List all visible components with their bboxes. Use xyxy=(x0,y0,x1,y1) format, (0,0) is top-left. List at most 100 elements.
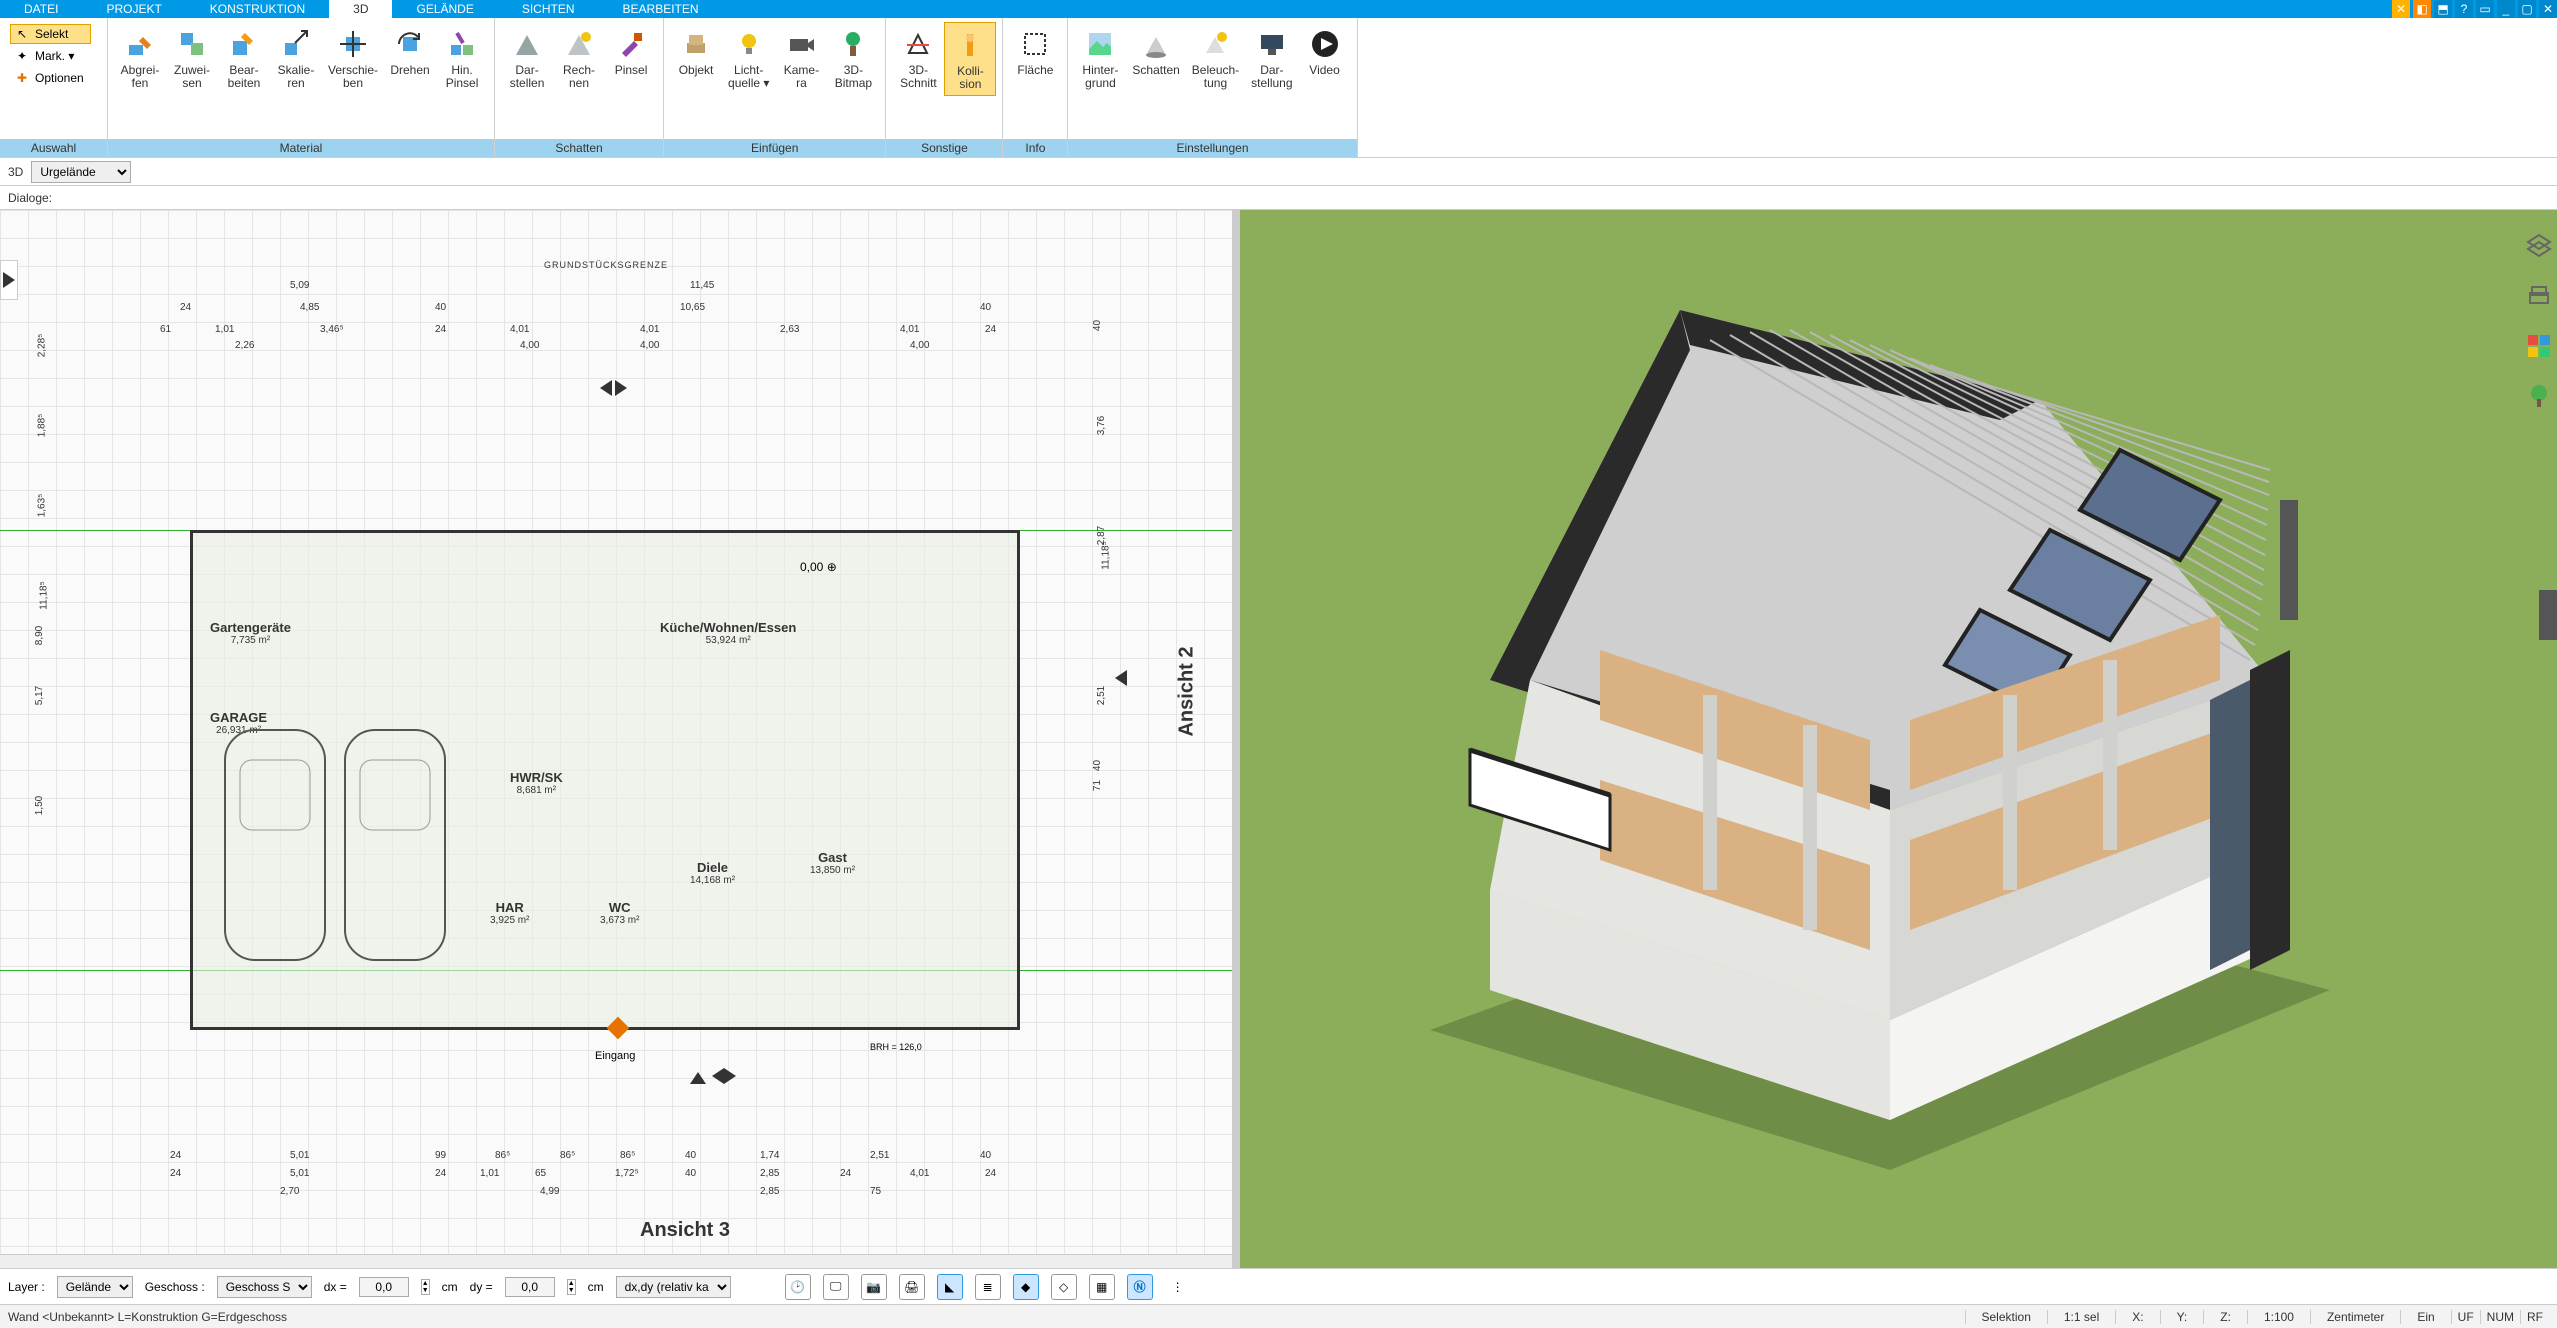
skalieren-button[interactable]: Skalie- ren xyxy=(270,22,322,94)
verschieben-label: Verschie- ben xyxy=(328,64,378,90)
scrollbar-2d[interactable] xyxy=(0,1254,1232,1268)
view-mode-3[interactable]: ◆ xyxy=(1013,1274,1039,1300)
kamera-button[interactable]: Kame- ra xyxy=(775,22,827,94)
furniture-icon[interactable] xyxy=(2523,280,2555,312)
tool-icon-4[interactable]: ▭ xyxy=(2476,0,2494,18)
room-kchewohnenessen: Küche/Wohnen/Essen53,924 m² xyxy=(660,620,796,646)
mark-button[interactable]: ✦Mark. ▾ xyxy=(10,46,91,66)
view-mode-4[interactable]: ◇ xyxy=(1051,1274,1077,1300)
menu-bearbeiten[interactable]: BEARBEITEN xyxy=(599,0,723,18)
menu-datei[interactable]: DATEI xyxy=(0,0,82,18)
view-mode-2[interactable]: ≣ xyxy=(975,1274,1001,1300)
dimension: 99 xyxy=(435,1150,446,1161)
view-3d-pane[interactable] xyxy=(1240,210,2557,1268)
close-button[interactable]: ✕ xyxy=(2539,0,2557,18)
dx-input[interactable] xyxy=(359,1277,409,1297)
schnitt3d-button[interactable]: 3D- Schnitt xyxy=(892,22,944,94)
layers-icon[interactable] xyxy=(2523,230,2555,262)
more-icon[interactable]: ⋮ xyxy=(1165,1274,1191,1300)
kamera-icon xyxy=(783,26,819,62)
tool-icon-2[interactable]: ◧ xyxy=(2413,0,2431,18)
pinsel-button[interactable]: Pinsel xyxy=(605,22,657,81)
section-marker-l3 xyxy=(1115,670,1127,686)
zuweisen-button[interactable]: Zuwei- sen xyxy=(166,22,218,94)
dx-spinner[interactable]: ▲▼ xyxy=(421,1279,430,1295)
bearbeiten-button[interactable]: Bear- beiten xyxy=(218,22,270,94)
brh-label: BRH = 126,0 xyxy=(870,1042,922,1052)
hinpinsel-button[interactable]: Hin. Pinsel xyxy=(436,22,488,94)
darstellen-button[interactable]: Dar- stellen xyxy=(501,22,553,94)
bitmap3d-button[interactable]: 3D- Bitmap xyxy=(827,22,879,94)
flaeche-button[interactable]: Fläche xyxy=(1009,22,1061,81)
clock-icon[interactable]: 🕑 xyxy=(785,1274,811,1300)
darstellung-button[interactable]: Dar- stellung xyxy=(1245,22,1298,94)
status-scale: 1:100 xyxy=(2247,1310,2310,1324)
dimension: 24 xyxy=(180,302,191,313)
dimension: 4,99 xyxy=(540,1186,559,1197)
schatten2-button[interactable]: Schatten xyxy=(1126,22,1185,81)
tree-icon[interactable] xyxy=(2523,380,2555,412)
status-ein: Ein xyxy=(2400,1310,2450,1324)
geschoss-combo[interactable]: Geschoss S xyxy=(217,1276,312,1298)
materials-icon[interactable] xyxy=(2523,330,2555,362)
screen-icon[interactable]: 🖵 xyxy=(823,1274,849,1300)
dy-spinner[interactable]: ▲▼ xyxy=(567,1279,576,1295)
dimension: 2,28⁵ xyxy=(36,334,47,358)
tool-icon-3[interactable]: ⬒ xyxy=(2434,0,2452,18)
hintergrund-button[interactable]: Hinter- grund xyxy=(1074,22,1126,94)
tool-icon-1[interactable]: ✕ xyxy=(2392,0,2410,18)
lichtquelle-button[interactable]: Licht- quelle ▾ xyxy=(722,22,775,94)
menu-gelaende[interactable]: GELÄNDE xyxy=(392,0,497,18)
help-icon[interactable]: ? xyxy=(2455,0,2473,18)
dimension: 2,51 xyxy=(870,1150,889,1161)
kollision-button[interactable]: Kolli- sion xyxy=(944,22,996,96)
room-wc: WC3,673 m² xyxy=(600,900,639,926)
terrain-combo[interactable]: Urgelände xyxy=(31,161,131,183)
beleuchtung-button[interactable]: Beleuch- tung xyxy=(1186,22,1245,94)
abgreifen-button[interactable]: Abgrei- fen xyxy=(114,22,166,94)
flaeche-label: Fläche xyxy=(1017,64,1053,77)
dimension: 24 xyxy=(170,1150,181,1161)
verschieben-button[interactable]: Verschie- ben xyxy=(322,22,384,94)
dimension: 65 xyxy=(535,1168,546,1179)
dialoge-label: Dialoge: xyxy=(8,191,52,205)
rechnen-button[interactable]: Rech- nen xyxy=(553,22,605,94)
plan-2d-pane[interactable]: GRUNDSTÜCKSGRENZE GRUNDSTÜCKSGRENZE 5,09… xyxy=(0,210,1232,1268)
drehen-button[interactable]: Drehen xyxy=(384,22,436,81)
menu-3d[interactable]: 3D xyxy=(329,0,392,18)
layer-combo[interactable]: Gelände xyxy=(57,1276,133,1298)
maximize-button[interactable]: ▢ xyxy=(2518,0,2536,18)
expand-left-tab[interactable] xyxy=(0,260,18,300)
darstellung-label: Dar- stellung xyxy=(1251,64,1292,90)
flaeche-icon xyxy=(1017,26,1053,62)
grid-toggle[interactable]: ▦ xyxy=(1089,1274,1115,1300)
minimize-button[interactable]: _ xyxy=(2497,0,2515,18)
schatten2-icon xyxy=(1138,26,1174,62)
garage-cars xyxy=(215,720,455,980)
menu-projekt[interactable]: PROJEKT xyxy=(82,0,185,18)
objekt-button[interactable]: Objekt xyxy=(670,22,722,81)
north-icon[interactable]: Ⓝ xyxy=(1127,1274,1153,1300)
ansicht-2-label: Ansicht 2 xyxy=(1175,646,1198,736)
ansicht-3-label: Ansicht 3 xyxy=(640,1219,730,1242)
side-expand-tab[interactable] xyxy=(2539,590,2557,640)
print-icon[interactable]: 🖨 xyxy=(899,1274,925,1300)
group-info-label: Info xyxy=(1003,139,1067,157)
pane-splitter[interactable] xyxy=(1232,210,1240,1268)
kamera-label: Kame- ra xyxy=(784,64,819,90)
selekt-button[interactable]: ↖Selekt xyxy=(10,24,91,44)
dimension: 4,01 xyxy=(900,324,919,335)
video-button[interactable]: Video xyxy=(1299,22,1351,81)
mode-label: 3D xyxy=(8,165,23,179)
menu-konstruktion[interactable]: KONSTRUKTION xyxy=(186,0,329,18)
dimension: 4,85 xyxy=(300,302,319,313)
dy-input[interactable] xyxy=(505,1277,555,1297)
view-mode-1[interactable]: ◣ xyxy=(937,1274,963,1300)
camera-sm-icon[interactable]: 📷 xyxy=(861,1274,887,1300)
menu-sichten[interactable]: SICHTEN xyxy=(498,0,599,18)
coord-mode-combo[interactable]: dx,dy (relativ ka xyxy=(616,1276,731,1298)
optionen-button[interactable]: ✚Optionen xyxy=(10,68,91,88)
verschieben-icon xyxy=(335,26,371,62)
dimension: 5,09 xyxy=(290,280,309,291)
schnitt3d-icon xyxy=(900,26,936,62)
